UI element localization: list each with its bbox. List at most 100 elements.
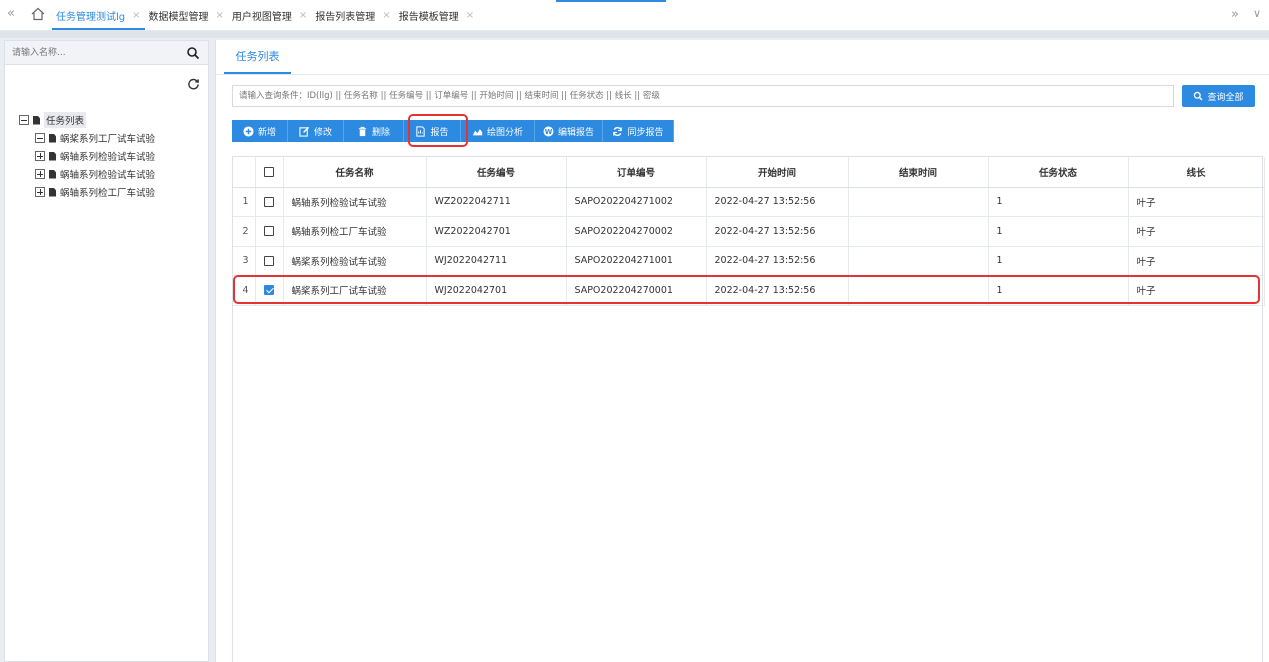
tab-2[interactable]: 用户视图管理 × bbox=[228, 0, 311, 30]
tree-node[interactable]: 蜗桨系列工厂试车试验 bbox=[19, 129, 155, 147]
query-input[interactable] bbox=[232, 85, 1174, 107]
document-icon bbox=[49, 187, 56, 197]
document-icon bbox=[33, 115, 40, 125]
close-icon[interactable]: × bbox=[132, 10, 140, 21]
double-chevron-left-icon[interactable]: « bbox=[7, 7, 21, 21]
double-chevron-right-icon[interactable]: » bbox=[1231, 7, 1239, 22]
document-icon bbox=[49, 169, 56, 179]
cell-lead: 叶子 bbox=[1128, 187, 1265, 217]
toolbar-button-1[interactable]: 修改 bbox=[288, 120, 344, 142]
tree-node-label[interactable]: 蜗轴系列检工厂车试验 bbox=[60, 185, 155, 199]
toolbar-button-label: 同步报告 bbox=[627, 127, 664, 138]
tab-label: 用户视图管理 bbox=[231, 11, 292, 23]
tab-label: 报告列表管理 bbox=[315, 11, 376, 23]
sidebar: 任务列表 蜗桨系列工厂试车试验 蜗轴系列检验试车试验 蜗轴系列检验试车试验 蜗轴… bbox=[4, 40, 209, 662]
topbar-divider bbox=[0, 31, 1269, 38]
cell-end bbox=[848, 216, 989, 247]
close-icon[interactable]: × bbox=[216, 10, 224, 21]
table-row[interactable]: 2 蜗轴系列检工厂车试验 WZ2022042701 SAPO202204270002 2… bbox=[233, 216, 1265, 247]
column-header[interactable]: 任务编号 bbox=[426, 157, 567, 188]
chevron-down-icon[interactable]: ∨ bbox=[1253, 7, 1261, 20]
cell-order-no: SAPO202204271001 bbox=[566, 246, 707, 276]
cell-name: 蜗轴系列检工厂车试验 bbox=[283, 216, 427, 247]
sync-icon bbox=[612, 126, 623, 137]
svg-text:W: W bbox=[545, 127, 553, 135]
refresh-icon[interactable] bbox=[187, 77, 200, 90]
tree-node[interactable]: 蜗轴系列检验试车试验 bbox=[19, 147, 155, 165]
sidebar-search bbox=[5, 41, 208, 65]
collapse-icon[interactable] bbox=[35, 133, 45, 143]
tab-1[interactable]: 数据模型管理 × bbox=[145, 0, 228, 30]
cell-lead: 叶子 bbox=[1128, 216, 1265, 247]
expand-icon[interactable] bbox=[35, 151, 45, 161]
wordpress-icon: W bbox=[543, 126, 554, 137]
close-icon[interactable]: × bbox=[299, 10, 307, 21]
tab-3[interactable]: 报告列表管理 × bbox=[311, 0, 394, 30]
row-select-cell[interactable] bbox=[255, 246, 284, 276]
task-table: 任务名称 任务编号 订单编号 开始时间 结束时间 任务状态 线长 1 蜗轴系列检验… bbox=[232, 156, 1265, 662]
select-all-checkbox[interactable] bbox=[264, 166, 274, 177]
toolbar-button-6[interactable]: 同步报告 bbox=[603, 120, 674, 142]
cell-task-no: WJ2022042711 bbox=[426, 246, 567, 276]
edit-icon bbox=[299, 126, 310, 137]
cell-status: 1 bbox=[988, 187, 1129, 217]
column-header[interactable]: 任务名称 bbox=[283, 157, 427, 188]
row-checkbox[interactable] bbox=[264, 255, 274, 266]
selected-row-highlight bbox=[233, 275, 1260, 304]
cell-status: 1 bbox=[988, 246, 1129, 276]
main-panel: 任务列表 查询全部 新增修改删除报告绘图分析W编辑报告同步报告 任务名称 任务编… bbox=[215, 40, 1269, 662]
cell-order-no: SAPO202204270002 bbox=[566, 216, 707, 247]
cell-status: 1 bbox=[988, 216, 1129, 247]
document-icon bbox=[49, 151, 56, 161]
column-header[interactable]: 任务状态 bbox=[988, 157, 1129, 188]
tab-4[interactable]: 报告模板管理 × bbox=[395, 0, 478, 30]
search-icon[interactable] bbox=[186, 46, 200, 60]
row-checkbox[interactable] bbox=[264, 196, 274, 207]
cell-task-no: WZ2022042701 bbox=[426, 216, 567, 247]
task-tree: 任务列表 蜗桨系列工厂试车试验 蜗轴系列检验试车试验 蜗轴系列检验试车试验 蜗轴… bbox=[19, 111, 155, 201]
sidebar-search-input[interactable] bbox=[6, 42, 181, 63]
tree-node[interactable]: 蜗轴系列检工厂车试验 bbox=[19, 183, 155, 201]
row-select-cell[interactable] bbox=[255, 187, 284, 217]
toolbar-button-5[interactable]: W 编辑报告 bbox=[535, 120, 603, 142]
close-icon[interactable]: × bbox=[382, 10, 390, 21]
tree-node-label[interactable]: 蜗桨系列工厂试车试验 bbox=[60, 131, 155, 145]
toolbar-button-label: 绘图分析 bbox=[486, 127, 523, 138]
toolbar-button-0[interactable]: 新增 bbox=[232, 120, 288, 142]
tree-root-label[interactable]: 任务列表 bbox=[44, 112, 87, 128]
tree-node-label[interactable]: 蜗轴系列检验试车试验 bbox=[60, 149, 155, 163]
top-tab-bar: « 任务管理测试lg × 数据模型管理 × 用户视图管理 × 报告列表管理 × 报告模板管理 × … bbox=[0, 0, 1269, 31]
query-all-label: 查询全部 bbox=[1207, 92, 1244, 103]
tab-task-list[interactable]: 任务列表 bbox=[224, 40, 291, 74]
tree-node[interactable]: 蜗轴系列检验试车试验 bbox=[19, 165, 155, 183]
tab-label: 报告模板管理 bbox=[398, 11, 459, 23]
expand-icon[interactable] bbox=[35, 187, 45, 197]
collapse-icon[interactable] bbox=[19, 115, 29, 125]
table-header: 任务名称 任务编号 订单编号 开始时间 结束时间 任务状态 线长 bbox=[233, 157, 1265, 188]
tab-0[interactable]: 任务管理测试lg × bbox=[52, 0, 145, 30]
tree-node-label[interactable]: 蜗轴系列检验试车试验 bbox=[60, 167, 155, 181]
expand-icon[interactable] bbox=[35, 169, 45, 179]
trash-icon bbox=[357, 126, 368, 137]
close-icon[interactable]: × bbox=[466, 10, 474, 21]
document-icon bbox=[49, 133, 56, 143]
toolbar-button-4[interactable]: 绘图分析 bbox=[461, 120, 535, 142]
toolbar-button-label: 删除 bbox=[371, 127, 390, 138]
tree-node-root[interactable]: 任务列表 bbox=[19, 111, 155, 129]
row-checkbox[interactable] bbox=[264, 226, 274, 237]
cell-lead: 叶子 bbox=[1128, 246, 1265, 276]
table-row[interactable]: 1 蜗轴系列检验试车试验 WZ2022042711 SAPO202204271002 2… bbox=[233, 187, 1265, 217]
column-header[interactable]: 开始时间 bbox=[706, 157, 849, 188]
toolbar-button-label: 新增 bbox=[257, 127, 276, 138]
column-header[interactable]: 线长 bbox=[1128, 157, 1265, 188]
table-row[interactable]: 3 蜗桨系列检验试车试验 WJ2022042711 SAPO202204271001 2… bbox=[233, 246, 1265, 276]
cell-start: 2022-04-27 13:52:56 bbox=[706, 216, 849, 247]
home-icon[interactable] bbox=[30, 6, 46, 22]
column-header[interactable]: 结束时间 bbox=[848, 157, 989, 188]
row-select-cell[interactable] bbox=[255, 216, 284, 247]
select-all-cell[interactable] bbox=[255, 157, 284, 188]
query-all-button[interactable]: 查询全部 bbox=[1182, 85, 1255, 107]
toolbar-button-2[interactable]: 删除 bbox=[344, 120, 404, 142]
tab-divider bbox=[216, 74, 1269, 75]
column-header[interactable]: 订单编号 bbox=[566, 157, 707, 188]
